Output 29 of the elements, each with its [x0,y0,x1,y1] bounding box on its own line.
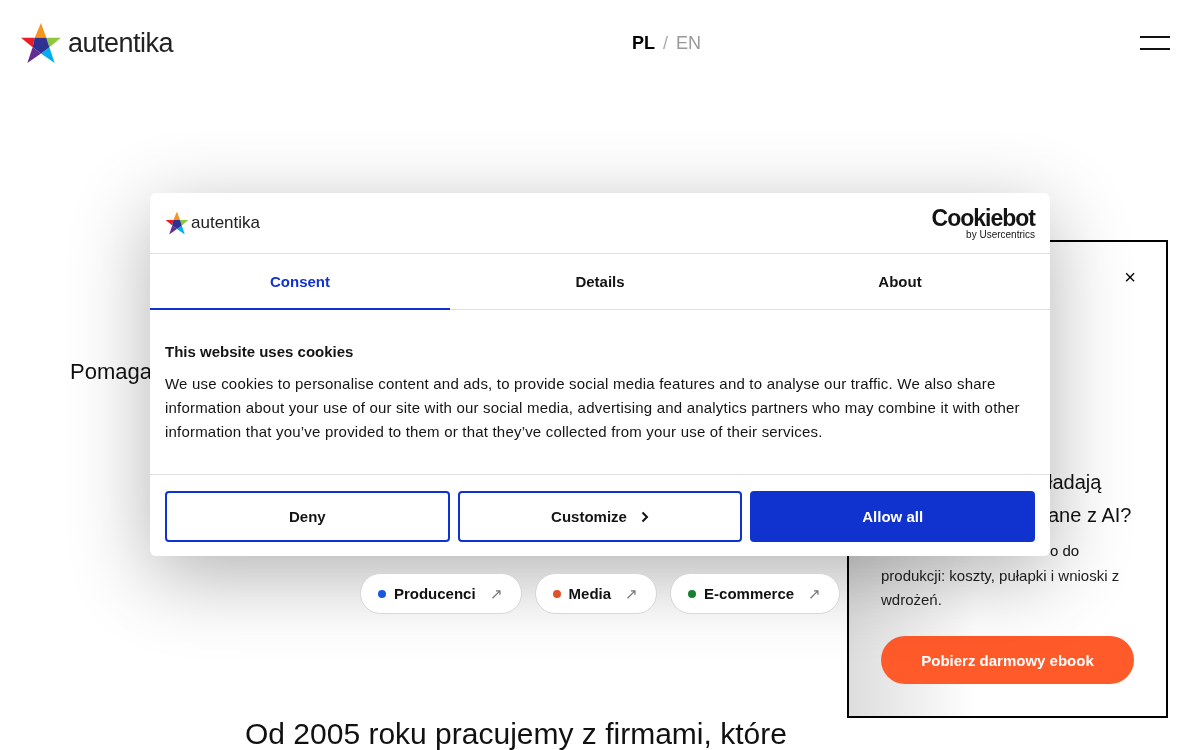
logo-text: autentika [191,213,260,233]
brand-logo-text: Cookiebot [931,206,1035,230]
sector-link[interactable]: Producenci ↗ [359,573,522,614]
promo-title: ane z AI? [1048,503,1132,528]
promo-text: produkcji: koszty, pułapki i wnioski z wdrożeń. [881,566,1121,610]
dialog-text: We use cookies to personalise content and ads, to provide social media features and to analyse our traffic. We also share information about your use of our site with our social media, advertising and analytics partners who may combine it with other information that you’ve provided to them or that they’ve collected from your use of their services. [165,374,1021,442]
dialog-tab[interactable]: Details [450,254,750,310]
promo-text: o do [1050,542,1080,559]
customize-button[interactable]: Customize [457,491,743,542]
hero-lead: Pomaga [70,359,152,385]
arrow-icon: ↗ [625,584,639,603]
brand-subtitle: by Usercentrics [966,229,1035,240]
dialog-title: This website uses cookies [165,343,355,360]
close-button[interactable]: × [1124,266,1136,289]
menu-icon[interactable] [1140,36,1170,50]
arrow-icon: ↗ [489,584,503,603]
arrow-icon: ↗ [808,584,822,603]
allow-button[interactable]: Allow all [750,491,1035,542]
star-logo-icon [20,22,62,64]
star-logo-icon [165,211,189,235]
language-separator: / [663,32,669,54]
deny-button[interactable]: Deny [165,491,450,542]
sector-link[interactable]: E-commerce ↗ [670,573,841,614]
sector-link[interactable]: Media ↗ [534,573,658,614]
section-heading: Od 2005 roku pracujemy z firmami, które [245,719,788,749]
logo-text: autentika [68,27,174,59]
dialog-tab[interactable]: Consent [150,254,450,310]
language-link[interactable]: PL [632,32,656,54]
dialog-tab[interactable]: About [750,254,1050,310]
